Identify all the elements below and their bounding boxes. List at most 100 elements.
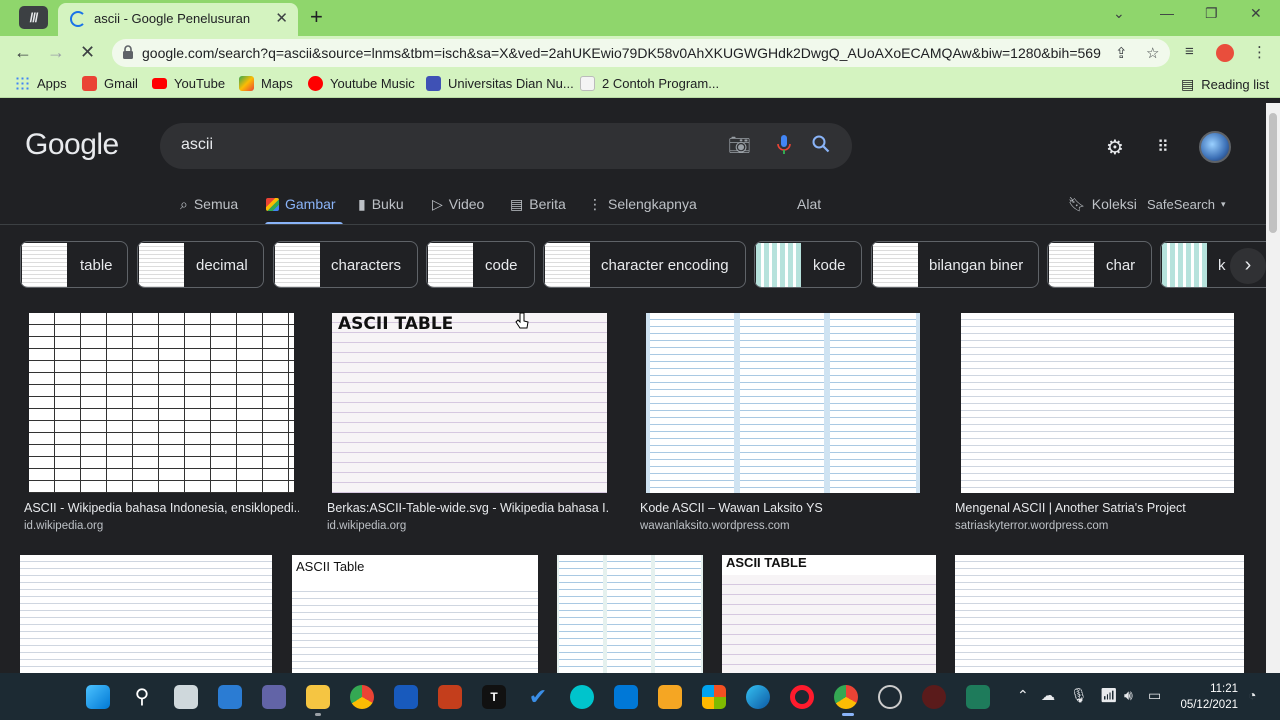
tab-berita[interactable]: ▤ Berita: [510, 193, 566, 215]
settings-gear-icon[interactable]: ⚙: [1106, 135, 1124, 160]
chip-kode[interactable]: kode: [754, 241, 862, 288]
tab-selengkapnya[interactable]: ⋮ Selengkapnya: [588, 193, 697, 215]
scrollbar-thumb[interactable]: [1269, 113, 1277, 233]
widgets-icon[interactable]: [218, 685, 242, 709]
chip-table[interactable]: table: [20, 241, 128, 288]
task-view-icon[interactable]: [174, 685, 198, 709]
close-tab-icon[interactable]: ✕: [275, 9, 288, 27]
tray-chevron-up-icon[interactable]: ⌃: [1017, 687, 1029, 704]
voice-search-icon[interactable]: [777, 135, 791, 160]
bookmark-youtube[interactable]: YouTube: [152, 76, 225, 91]
sublime-text-icon[interactable]: [658, 685, 682, 709]
spider-app-icon[interactable]: [922, 685, 946, 709]
chip-char[interactable]: char: [1047, 241, 1152, 288]
teams-chat-icon[interactable]: [262, 685, 286, 709]
minimize-button[interactable]: —: [1160, 5, 1174, 21]
microphone-icon[interactable]: 🎙︎: [1070, 687, 1088, 704]
browser-tab-active[interactable]: ascii - Google Penelusuran ✕: [58, 3, 298, 36]
page-scrollbar[interactable]: [1266, 103, 1280, 673]
new-tab-button[interactable]: +: [310, 4, 323, 30]
search-icon[interactable]: [812, 135, 830, 158]
address-bar[interactable]: google.com/search?q=ascii&source=lnms&tb…: [112, 39, 1170, 67]
opera-icon[interactable]: [790, 685, 814, 709]
notification-icon[interactable]: ◔: [1248, 687, 1256, 703]
stop-loading-button[interactable]: ✕: [80, 42, 95, 63]
google-logo[interactable]: Google: [25, 128, 119, 162]
file-explorer-icon[interactable]: [306, 685, 330, 709]
result-source[interactable]: wawanlaksito.wordpress.com: [640, 520, 790, 532]
reading-list-button[interactable]: ▤ Reading list: [1181, 76, 1269, 93]
tools-button[interactable]: Alat: [797, 193, 821, 215]
bookmark-contoh-program[interactable]: 2 Contoh Program...: [580, 76, 719, 91]
volume-icon[interactable]: 🔊︎: [1124, 687, 1133, 704]
result-thumbnail[interactable]: [557, 555, 703, 673]
back-button[interactable]: ←: [14, 42, 32, 63]
result-thumbnail[interactable]: ASCII TABLE: [332, 313, 607, 493]
close-window-button[interactable]: ✕: [1250, 5, 1262, 22]
onedrive-cloud-icon[interactable]: ☁: [1041, 687, 1055, 704]
result-thumbnail[interactable]: ASCII Table: [292, 555, 538, 673]
media-control-icon[interactable]: ≡: [1185, 43, 1194, 60]
tab-list-chevron-icon[interactable]: ⌄: [1113, 5, 1125, 22]
battery-icon[interactable]: ▭: [1148, 687, 1161, 704]
result-thumbnail[interactable]: ASCII TABLE: [722, 555, 936, 673]
result-thumbnail[interactable]: [20, 555, 272, 673]
tab-search-button[interactable]: ///: [19, 6, 48, 29]
search-input[interactable]: [181, 136, 701, 154]
result-thumbnail[interactable]: [961, 313, 1234, 493]
typora-icon[interactable]: T: [482, 685, 506, 709]
obs-icon[interactable]: [878, 685, 902, 709]
tab-gambar[interactable]: Gambar: [266, 193, 336, 215]
canva-icon[interactable]: [570, 685, 594, 709]
chip-characters[interactable]: characters: [273, 241, 418, 288]
result-thumbnail[interactable]: [646, 313, 920, 493]
tab-buku[interactable]: ▮ Buku: [358, 193, 404, 215]
collections-button[interactable]: 🔖︎ Koleksi: [1068, 193, 1137, 215]
account-avatar[interactable]: [1199, 131, 1231, 163]
extension-icon[interactable]: [1216, 44, 1234, 62]
result-source[interactable]: id.wikipedia.org: [327, 520, 406, 532]
chrome-active-icon[interactable]: [834, 685, 858, 709]
edge-icon[interactable]: [746, 685, 770, 709]
forward-button[interactable]: →: [47, 42, 65, 63]
result-thumbnail[interactable]: [29, 313, 294, 493]
result-title[interactable]: Berkas:ASCII-Table-wide.svg - Wikipedia …: [327, 501, 610, 515]
share-icon[interactable]: ⇪: [1115, 44, 1128, 62]
windows-start-icon[interactable]: [86, 685, 110, 709]
result-thumbnail[interactable]: [955, 555, 1244, 673]
search-icon[interactable]: ⚲: [130, 685, 154, 709]
chrome-icon[interactable]: [350, 685, 374, 709]
chip-character-encoding[interactable]: character encoding: [543, 241, 746, 288]
bookmark-gmail[interactable]: Gmail: [82, 76, 138, 91]
camera-search-icon[interactable]: 📷︎: [728, 135, 751, 156]
chip-scroll-right-button[interactable]: ›: [1230, 248, 1266, 284]
microsoft-store-icon[interactable]: [702, 685, 726, 709]
result-title[interactable]: Mengenal ASCII | Another Satria's Projec…: [955, 501, 1245, 515]
terminal-app-icon[interactable]: [966, 685, 990, 709]
chip-bilangan-biner[interactable]: bilangan biner: [871, 241, 1039, 288]
bookmark-apps[interactable]: Apps: [15, 76, 67, 91]
search-box[interactable]: 📷︎: [160, 123, 852, 169]
tab-semua[interactable]: ⌕ Semua: [180, 193, 238, 215]
bookmark-star-icon[interactable]: ☆: [1146, 44, 1159, 62]
word-icon[interactable]: [394, 685, 418, 709]
browser-menu-icon[interactable]: ⋮: [1252, 43, 1267, 61]
taskbar-clock[interactable]: 11:21 05/12/2021: [1180, 681, 1238, 713]
todo-check-icon[interactable]: ✔: [526, 685, 550, 709]
result-title[interactable]: Kode ASCII – Wawan Laksito YS: [640, 501, 930, 515]
result-source[interactable]: id.wikipedia.org: [24, 520, 103, 532]
chip-decimal[interactable]: decimal: [137, 241, 264, 288]
powerpoint-icon[interactable]: [438, 685, 462, 709]
result-title[interactable]: ASCII - Wikipedia bahasa Indonesia, ensi…: [24, 501, 299, 515]
chip-code[interactable]: code: [426, 241, 535, 288]
bookmark-maps[interactable]: Maps: [239, 76, 293, 91]
maximize-button[interactable]: ❐: [1205, 5, 1218, 22]
bookmark-universitas[interactable]: Universitas Dian Nu...: [426, 76, 574, 91]
vscode-icon[interactable]: [614, 685, 638, 709]
tab-video[interactable]: ▷ Video: [432, 193, 484, 215]
safesearch-dropdown[interactable]: SafeSearch ▾: [1147, 193, 1225, 215]
result-source[interactable]: satriaskyterror.wordpress.com: [955, 520, 1108, 532]
wifi-icon[interactable]: 📶︎: [1100, 687, 1118, 704]
google-apps-icon[interactable]: ⠿: [1157, 137, 1169, 157]
bookmark-youtube-music[interactable]: Youtube Music: [308, 76, 415, 91]
